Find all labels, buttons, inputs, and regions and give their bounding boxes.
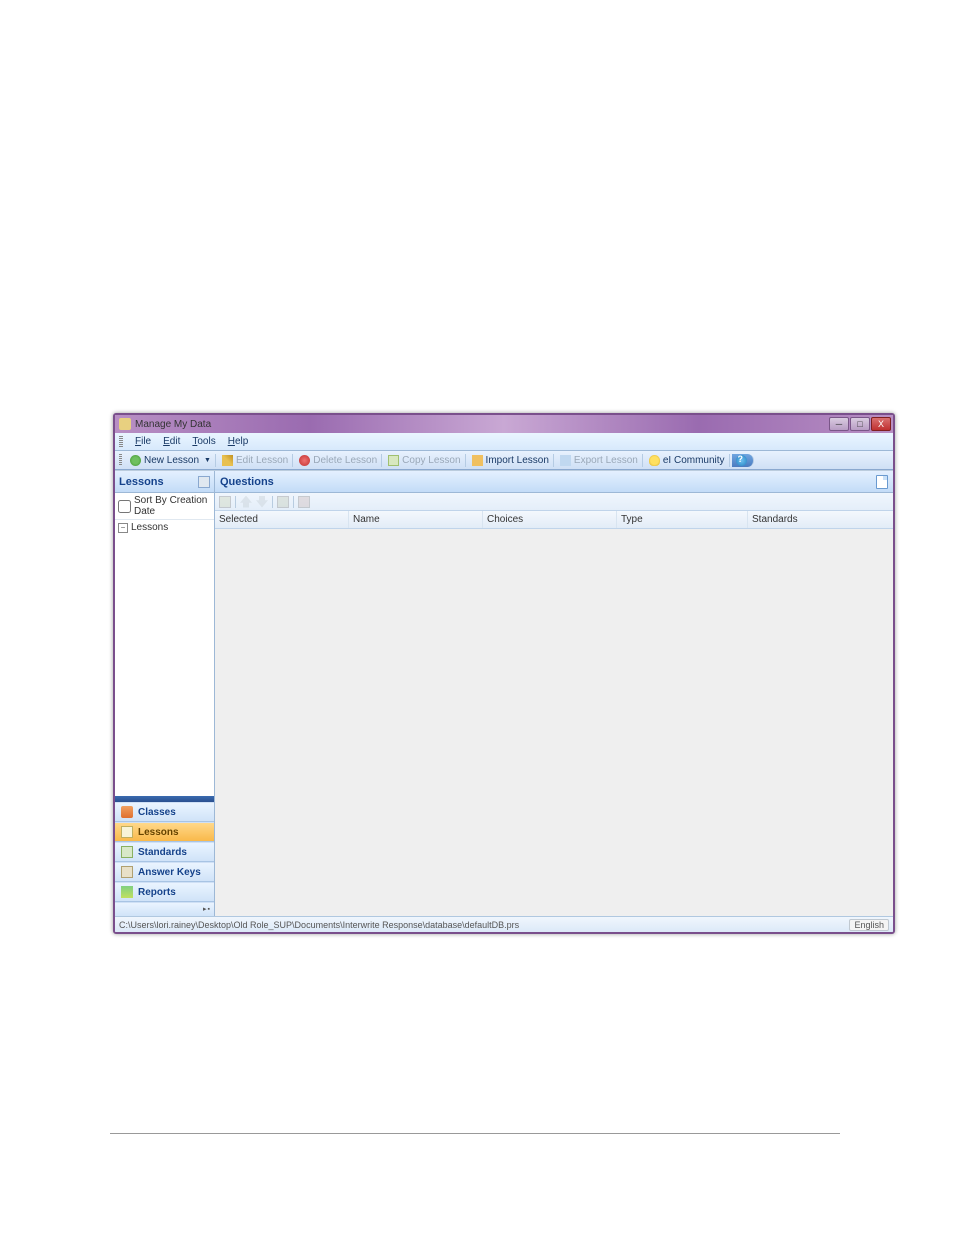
app-window: Manage My Data ─ □ X File Edit Tools Hel… (113, 413, 895, 934)
ei-community-button[interactable]: eI Community (645, 454, 730, 467)
menu-tools[interactable]: Tools (190, 435, 217, 448)
new-question-icon[interactable] (876, 475, 888, 489)
toolbar-grip-icon (119, 454, 122, 466)
menubar-grip-icon (119, 436, 123, 448)
nav-classes-label: Classes (138, 807, 176, 818)
export-lesson-label: Export Lesson (574, 455, 638, 466)
panel-header-icon[interactable] (198, 476, 210, 488)
nav-reports-label: Reports (138, 887, 176, 898)
import-icon (472, 455, 483, 466)
help-button[interactable] (732, 454, 754, 467)
col-selected[interactable]: Selected (215, 511, 349, 528)
lightbulb-icon (649, 455, 660, 466)
tree-root-label: Lessons (131, 522, 168, 533)
question-properties-icon[interactable] (219, 496, 231, 508)
new-lesson-button[interactable]: New Lesson ▼ (126, 454, 216, 467)
window-title: Manage My Data (135, 419, 211, 430)
delete-question-icon[interactable] (298, 496, 310, 508)
copy-lesson-label: Copy Lesson (402, 455, 460, 466)
reports-icon (121, 886, 133, 898)
import-lesson-button[interactable]: Import Lesson (468, 454, 554, 467)
nav-overflow-arrow-icon: ▸ (203, 908, 207, 912)
tree-expand-icon[interactable]: − (118, 523, 128, 533)
dropdown-arrow-icon[interactable]: ▼ (204, 457, 211, 464)
status-path: C:\Users\lori.rainey\Desktop\Old Role_SU… (119, 920, 519, 930)
list-icon[interactable] (277, 496, 289, 508)
col-standards[interactable]: Standards (748, 511, 893, 528)
nav-classes[interactable]: Classes (115, 802, 214, 822)
nav-standards-label: Standards (138, 847, 187, 858)
new-lesson-label: New Lesson (144, 455, 199, 466)
pencil-icon (222, 455, 233, 466)
menu-help[interactable]: Help (226, 435, 251, 448)
close-button[interactable]: X (871, 417, 891, 431)
move-up-icon[interactable] (240, 496, 252, 508)
col-choices[interactable]: Choices (483, 511, 617, 528)
help-icon (736, 455, 747, 466)
toolbar: New Lesson ▼ Edit Lesson Delete Lesson C… (115, 451, 893, 470)
toolbar-separator (235, 496, 236, 508)
right-panel: Questions Selected Name Choices Type Sta… (215, 471, 893, 916)
minimize-button[interactable]: ─ (829, 417, 849, 431)
questions-toolbar (215, 493, 893, 511)
nav-reports[interactable]: Reports (115, 882, 214, 902)
delete-icon (299, 455, 310, 466)
delete-lesson-label: Delete Lesson (313, 455, 377, 466)
lessons-tree: Sort By Creation Date − Lessons (115, 493, 214, 796)
titlebar[interactable]: Manage My Data ─ □ X (115, 415, 893, 433)
status-language[interactable]: English (849, 919, 889, 931)
questions-table-header: Selected Name Choices Type Standards (215, 511, 893, 529)
nav-overflow[interactable]: ▸ ▪ (115, 902, 214, 916)
classes-icon (121, 806, 133, 818)
menu-file[interactable]: File (133, 435, 153, 448)
copy-lesson-button[interactable]: Copy Lesson (384, 454, 465, 467)
answer-keys-icon (121, 866, 133, 878)
menubar: File Edit Tools Help (115, 433, 893, 451)
nav-list: Classes Lessons Standards Answer Keys Re… (115, 802, 214, 902)
import-lesson-label: Import Lesson (486, 455, 549, 466)
lessons-panel-header: Lessons (115, 471, 214, 493)
left-panel: Lessons Sort By Creation Date − Lessons … (115, 471, 215, 916)
delete-lesson-button[interactable]: Delete Lesson (295, 454, 382, 467)
maximize-button[interactable]: □ (850, 417, 870, 431)
toolbar-separator (272, 496, 273, 508)
nav-overflow-dots-icon: ▪ (208, 908, 210, 912)
copy-icon (388, 455, 399, 466)
questions-panel-header: Questions (215, 471, 893, 493)
export-icon (560, 455, 571, 466)
statusbar: C:\Users\lori.rainey\Desktop\Old Role_SU… (115, 916, 893, 932)
sort-by-date-label: Sort By Creation Date (134, 495, 211, 517)
lessons-header-title: Lessons (119, 476, 164, 488)
toolbar-separator (293, 496, 294, 508)
standards-icon (121, 846, 133, 858)
nav-lessons-label: Lessons (138, 827, 179, 838)
sort-by-date-checkbox[interactable] (118, 500, 131, 513)
menu-edit[interactable]: Edit (161, 435, 182, 448)
nav-answer-keys-label: Answer Keys (138, 867, 201, 878)
new-icon (130, 455, 141, 466)
edit-lesson-label: Edit Lesson (236, 455, 288, 466)
lessons-tree-root[interactable]: − Lessons (115, 520, 214, 535)
export-lesson-button[interactable]: Export Lesson (556, 454, 643, 467)
col-name[interactable]: Name (349, 511, 483, 528)
app-icon (119, 418, 131, 430)
main-body: Lessons Sort By Creation Date − Lessons … (115, 470, 893, 916)
nav-answer-keys[interactable]: Answer Keys (115, 862, 214, 882)
page-divider (110, 1133, 840, 1134)
nav-standards[interactable]: Standards (115, 842, 214, 862)
sort-by-date-row[interactable]: Sort By Creation Date (115, 493, 214, 520)
questions-header-title: Questions (220, 476, 274, 488)
lessons-icon (121, 826, 133, 838)
edit-lesson-button[interactable]: Edit Lesson (218, 454, 293, 467)
move-down-icon[interactable] (256, 496, 268, 508)
col-type[interactable]: Type (617, 511, 748, 528)
ei-community-label: eI Community (663, 455, 725, 466)
questions-table-body (215, 529, 893, 916)
nav-lessons[interactable]: Lessons (115, 822, 214, 842)
